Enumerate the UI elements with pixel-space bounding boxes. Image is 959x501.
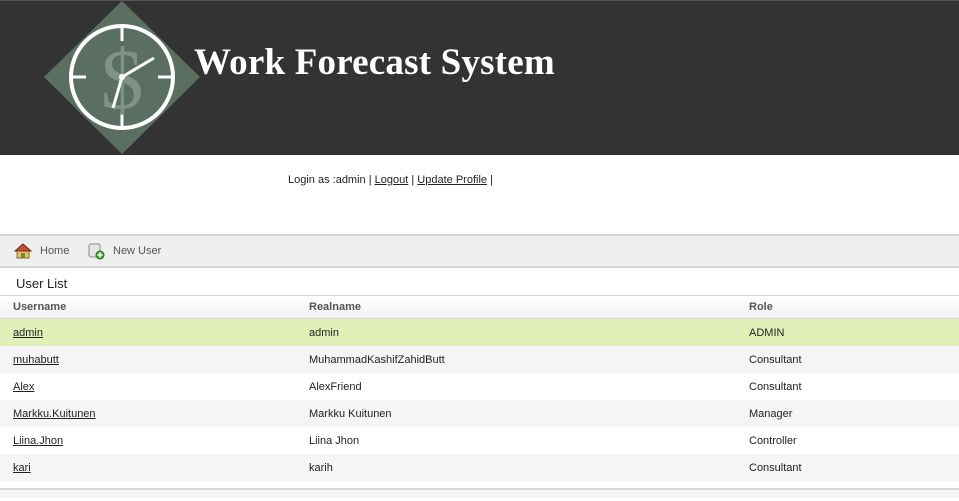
footer-divider bbox=[0, 488, 959, 498]
username-link[interactable]: Liina.Jhon bbox=[13, 435, 63, 447]
toolbar: Home New User bbox=[0, 234, 959, 268]
username-link[interactable]: Alex bbox=[13, 381, 34, 393]
home-icon bbox=[14, 243, 32, 259]
clock-dollar-logo-icon: $ bbox=[44, 1, 200, 154]
table-row[interactable]: admin admin ADMIN bbox=[0, 319, 959, 346]
separator: | bbox=[368, 174, 372, 186]
table-row[interactable]: kari karih Consultant bbox=[0, 454, 959, 481]
table-row[interactable]: Liina.Jhon Liina Jhon Controller bbox=[0, 427, 959, 454]
role-cell: Consultant bbox=[749, 461, 802, 474]
app-title: Work Forecast System bbox=[194, 42, 555, 83]
role-cell: ADMIN bbox=[749, 326, 785, 339]
user-list-title: User List bbox=[16, 276, 68, 291]
table-row[interactable]: Alex AlexFriend Consultant bbox=[0, 373, 959, 400]
login-status: Login as :admin bbox=[288, 174, 366, 186]
update-profile-link[interactable]: Update Profile bbox=[417, 174, 487, 186]
column-header-role[interactable]: Role bbox=[749, 296, 773, 318]
column-header-username[interactable]: Username bbox=[13, 296, 66, 318]
new-user-button[interactable]: New User bbox=[87, 236, 161, 266]
realname-cell: Liina Jhon bbox=[309, 434, 360, 447]
table-row[interactable]: muhabutt MuhammadKashifZahidButt Consult… bbox=[0, 346, 959, 373]
column-header-realname[interactable]: Realname bbox=[309, 296, 361, 318]
realname-cell: Markku Kuitunen bbox=[309, 407, 392, 420]
role-cell: Consultant bbox=[749, 353, 802, 366]
realname-cell: MuhammadKashifZahidButt bbox=[309, 353, 445, 366]
role-cell: Manager bbox=[749, 407, 793, 420]
logout-link[interactable]: Logout bbox=[375, 174, 409, 186]
login-bar: Login as :admin | Logout | Update Profil… bbox=[288, 174, 493, 186]
role-cell: Controller bbox=[749, 434, 797, 447]
table-row[interactable]: Markku.Kuitunen Markku Kuitunen Manager bbox=[0, 400, 959, 427]
add-user-icon bbox=[88, 243, 105, 260]
app-header: $ Work Forecast System bbox=[0, 0, 959, 155]
username-link[interactable]: admin bbox=[13, 327, 43, 339]
realname-cell: AlexFriend bbox=[309, 380, 362, 393]
home-button[interactable]: Home bbox=[14, 236, 69, 266]
username-link[interactable]: muhabutt bbox=[13, 354, 59, 366]
table-header: Username Realname Role bbox=[0, 295, 959, 319]
username-link[interactable]: kari bbox=[13, 462, 31, 474]
username-link[interactable]: Markku.Kuitunen bbox=[13, 408, 96, 420]
separator: | bbox=[490, 174, 493, 186]
user-table: Username Realname Role admin admin ADMIN… bbox=[0, 295, 959, 481]
home-label: Home bbox=[40, 245, 70, 257]
role-cell: Consultant bbox=[749, 380, 802, 393]
realname-cell: karih bbox=[309, 461, 333, 474]
new-user-label: New User bbox=[113, 245, 162, 257]
realname-cell: admin bbox=[309, 326, 339, 339]
separator: | bbox=[411, 174, 415, 186]
